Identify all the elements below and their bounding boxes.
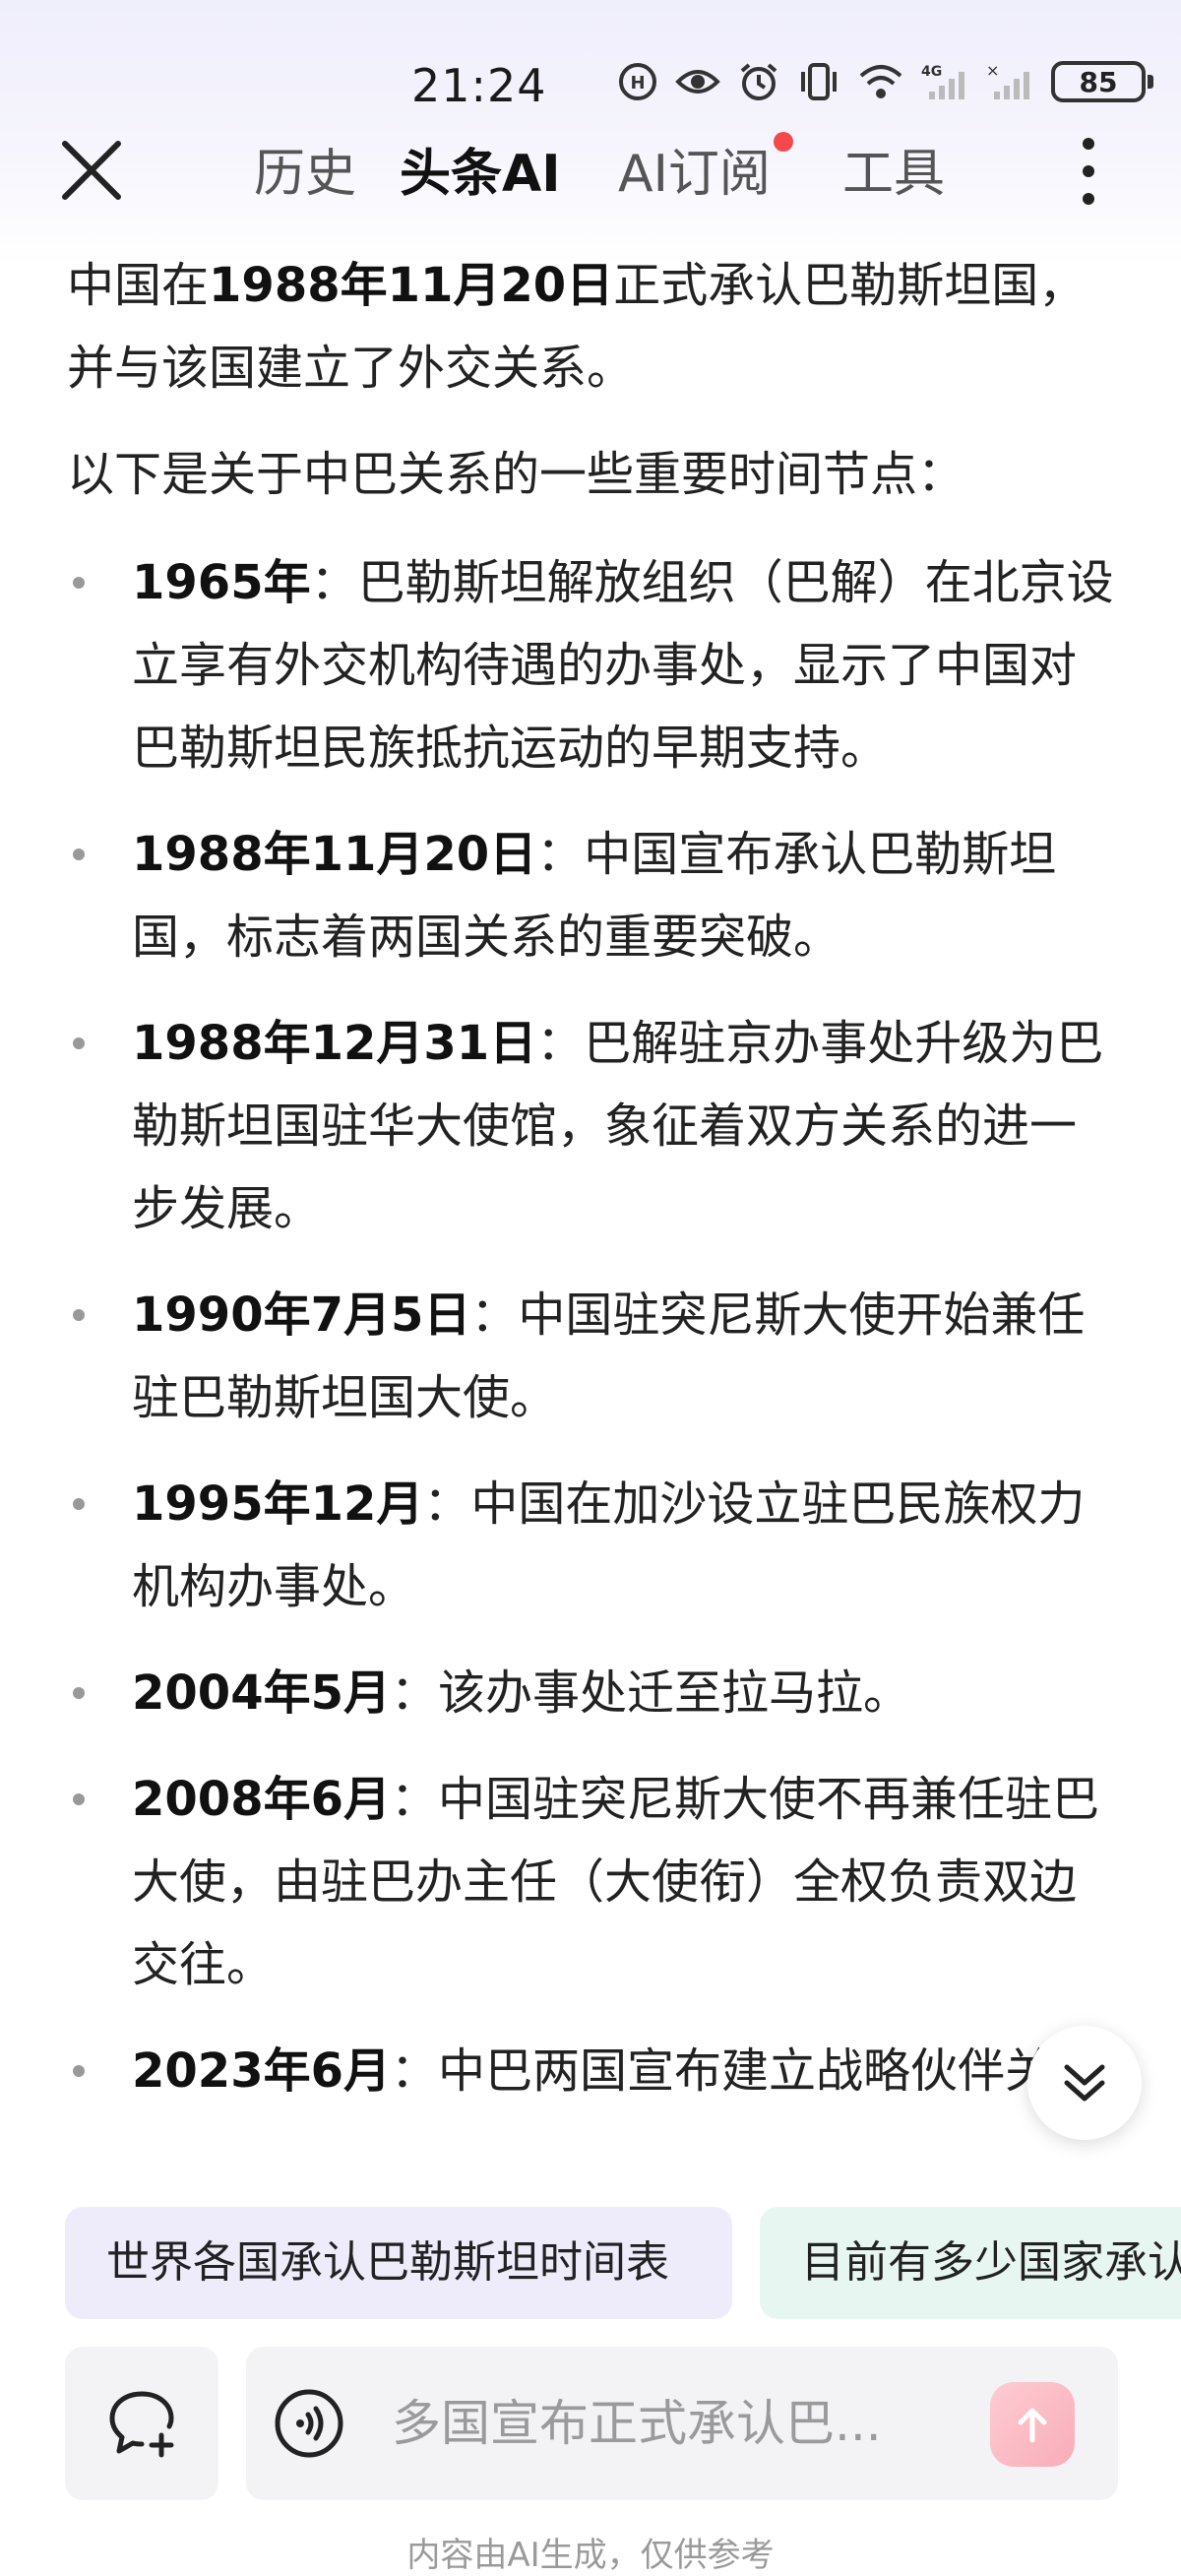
timeline-date: 2023年6月 <box>132 2043 391 2099</box>
battery-level: 85 <box>1079 65 1118 98</box>
timeline-date: 2008年6月 <box>132 1772 391 1827</box>
content-fade <box>0 2116 1181 2195</box>
list-item: 2004年5月：该办事处迁至拉马拉。 <box>67 1652 1120 1734</box>
intro-date: 1988年11月20日 <box>209 258 614 313</box>
list-item: 2008年6月：中国驻突尼斯大使不再兼任驻巴大使，由驻巴办主任（大使衔）全权负责… <box>67 1758 1120 2006</box>
alarm-icon <box>740 63 777 100</box>
close-icon[interactable] <box>57 136 126 205</box>
timeline-date: 1988年11月20日 <box>132 827 537 882</box>
list-item: 2023年6月：中巴两国宣布建立战略伙伴关系 <box>67 2030 1120 2112</box>
eye-icon <box>675 70 720 94</box>
signal-icon: × <box>986 62 1029 99</box>
timeline-date: 1965年 <box>132 555 311 610</box>
bullet-dot <box>73 1793 85 1805</box>
list-item: 1988年12月31日：巴解驻京办事处升级为巴勒斯坦国驻华大使馆，象征着双方关系… <box>67 1002 1120 1250</box>
list-item: 1995年12月：中国在加沙设立驻巴民族权力机构办事处。 <box>67 1463 1120 1628</box>
hd-icon: H <box>619 63 656 100</box>
chat-input[interactable]: 多国宣布正式承认巴... <box>246 2347 1118 2500</box>
new-chat-icon <box>109 2391 174 2458</box>
ai-disclaimer: 内容由AI生成，仅供参考 <box>406 2536 775 2575</box>
timeline-list: 1965年：巴勒斯坦解放组织（巴解）在北京设立享有外交机构待遇的办事处，显示了中… <box>67 541 1120 2112</box>
vibrate-icon <box>801 63 837 100</box>
bullet-dot <box>73 1037 85 1049</box>
tab-tools[interactable]: 工具 <box>842 132 945 206</box>
send-button[interactable] <box>990 2382 1075 2467</box>
battery-icon: 85 <box>1051 61 1153 102</box>
send-arrow-icon <box>1018 2408 1047 2443</box>
list-item: 1988年11月20日：中国宣布承认巴勒斯坦国，标志着两国关系的重要突破。 <box>67 813 1120 978</box>
intro-paragraph: 中国在1988年11月20日正式承认巴勒斯坦国，并与该国建立了外交关系。 <box>67 244 1120 409</box>
bullet-dot <box>73 1687 85 1699</box>
svg-text:H: H <box>630 73 645 94</box>
bullet-dot <box>73 577 85 589</box>
more-vertical-icon[interactable] <box>1069 132 1108 211</box>
suggestion-chip[interactable]: 世界各国承认巴勒斯坦时间表 <box>65 2207 732 2319</box>
tab-ai-subscription[interactable]: AI订阅 <box>618 132 771 206</box>
timeline-text: ：该办事处迁至拉马拉。 <box>391 1665 911 1721</box>
bullet-dot <box>73 1498 85 1510</box>
intro-pre: 中国在 <box>67 258 210 313</box>
suggestion-chip[interactable]: 目前有多少国家承认 <box>760 2207 1181 2319</box>
list-item: 1965年：巴勒斯坦解放组织（巴解）在北京设立享有外交机构待遇的办事处，显示了中… <box>67 541 1120 789</box>
tab-toutiao-ai[interactable]: 头条AI <box>400 132 561 206</box>
bullet-dot <box>73 1309 85 1321</box>
voice-icon[interactable] <box>274 2388 344 2459</box>
notification-badge <box>774 132 793 152</box>
top-nav: 历史 头条AI AI订阅 工具 <box>0 118 1181 217</box>
status-time: 21:24 <box>411 59 547 112</box>
list-item: 1990年7月5日：中国驻突尼斯大使开始兼任驻巴勒斯坦国大使。 <box>67 1274 1120 1439</box>
timeline-intro: 以下是关于中巴关系的一些重要时间节点： <box>67 447 965 502</box>
bullet-dot <box>73 2065 85 2077</box>
svg-text:×: × <box>986 62 999 80</box>
timeline-date: 2004年5月 <box>132 1665 391 1721</box>
timeline-text: ：中巴两国宣布建立战略伙伴关系 <box>391 2043 1100 2099</box>
tab-history[interactable]: 历史 <box>254 132 356 206</box>
suggestion-chips: 世界各国承认巴勒斯坦时间表 目前有多少国家承认 <box>0 2207 1181 2319</box>
bottom-input-bar: 多国宣布正式承认巴... 内容由AI生成，仅供参考 <box>0 2319 1181 2575</box>
answer-content: 中国在1988年11月20日正式承认巴勒斯坦国，并与该国建立了外交关系。 以下是… <box>67 244 1120 2136</box>
input-placeholder: 多国宣布正式承认巴... <box>392 2395 882 2452</box>
status-icons: H 4G × 85 <box>618 61 1153 102</box>
status-bar: 21:24 H 4G × 85 <box>0 0 1181 128</box>
timeline-date: 1988年12月31日 <box>132 1016 537 1071</box>
signal-4g-icon: 4G <box>921 64 964 99</box>
scroll-down-button[interactable] <box>1027 2026 1142 2140</box>
bullet-dot <box>73 848 85 860</box>
timeline-date: 1990年7月5日 <box>132 1288 471 1343</box>
wifi-icon <box>859 65 902 98</box>
new-chat-button[interactable] <box>65 2347 218 2500</box>
chevron-double-down-icon <box>1064 2064 1105 2102</box>
svg-text:4G: 4G <box>921 64 942 80</box>
timeline-date: 1995年12月 <box>132 1476 424 1532</box>
